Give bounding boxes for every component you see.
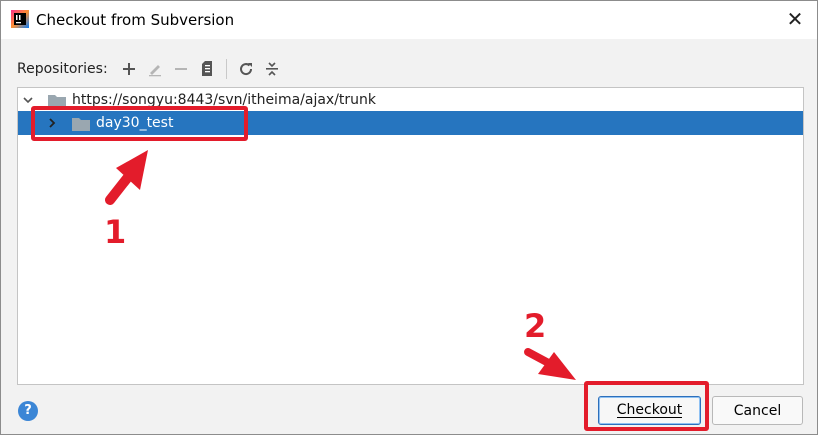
annotation-arrow-2 (524, 348, 576, 380)
annotation-arrows (105, 150, 576, 380)
annotation-arrow-1 (105, 150, 148, 205)
